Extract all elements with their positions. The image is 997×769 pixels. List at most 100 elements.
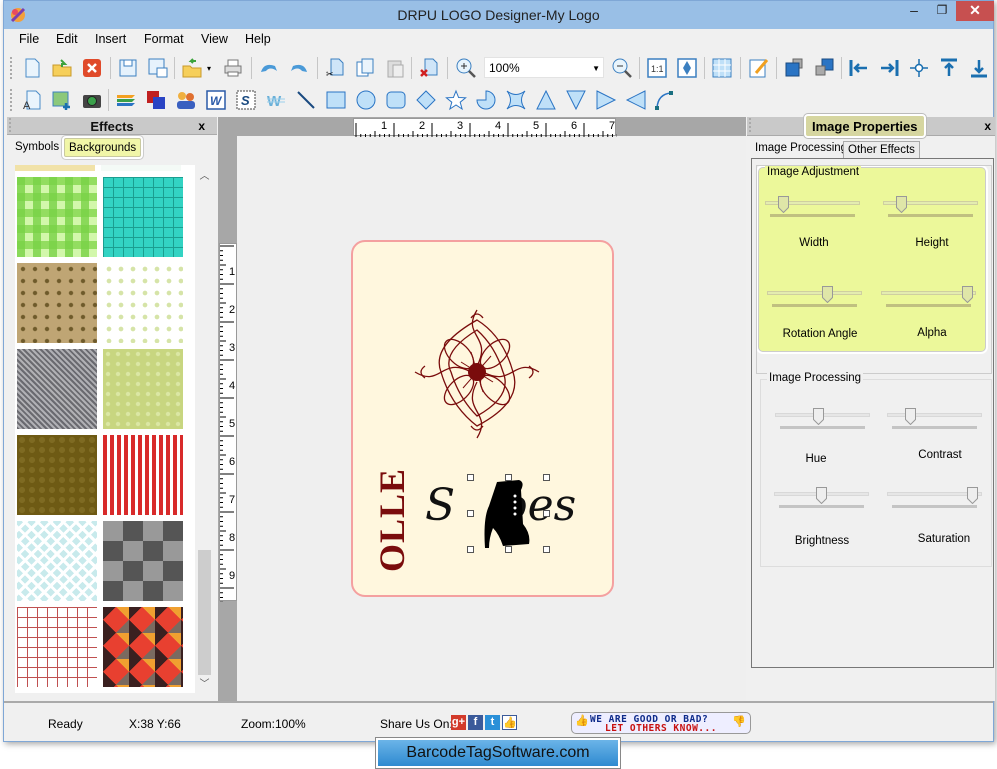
zoom-in-icon[interactable] (454, 56, 478, 80)
image-icon[interactable] (50, 88, 74, 112)
background-swatch[interactable] (103, 521, 183, 601)
close-button[interactable]: ✕ (956, 1, 994, 21)
camera-icon[interactable] (80, 88, 104, 112)
align-left-icon[interactable] (847, 56, 871, 80)
resize-handle[interactable] (543, 546, 550, 553)
signature-icon[interactable]: S (234, 88, 258, 112)
align-right-icon[interactable] (877, 56, 901, 80)
background-swatch[interactable] (103, 177, 183, 257)
background-icon[interactable] (144, 88, 168, 112)
send-backward-icon[interactable] (812, 56, 836, 80)
resize-handle[interactable] (505, 474, 512, 481)
cross-shape-icon[interactable] (504, 88, 528, 112)
menu-insert[interactable]: Insert (95, 32, 126, 46)
background-swatch[interactable] (15, 165, 95, 171)
slider-thumb[interactable] (812, 408, 824, 425)
background-swatch[interactable] (103, 435, 183, 515)
import-icon[interactable] (180, 56, 204, 80)
redo-icon[interactable] (287, 56, 311, 80)
watermark-icon[interactable]: W (264, 88, 288, 112)
menu-format[interactable]: Format (144, 32, 184, 46)
star-icon[interactable] (444, 88, 468, 112)
triangle-left-icon[interactable] (624, 88, 648, 112)
tab-backgrounds[interactable]: Backgrounds (64, 138, 142, 157)
background-swatch[interactable] (17, 521, 97, 601)
scroll-down-icon[interactable]: ﹀ (198, 675, 211, 690)
print-icon[interactable] (221, 56, 245, 80)
zoom-select[interactable]: 100% ▼ (484, 57, 604, 78)
toolbar-grip[interactable] (10, 57, 13, 79)
triangle-up-icon[interactable] (534, 88, 558, 112)
resize-handle[interactable] (505, 546, 512, 553)
resize-handle[interactable] (467, 546, 474, 553)
website-link[interactable]: BarcodeTagSoftware.com (376, 738, 620, 768)
ornament-graphic[interactable] (411, 306, 543, 442)
facebook-icon[interactable]: f (468, 715, 483, 730)
resize-handle[interactable] (543, 510, 550, 517)
copy-icon[interactable] (353, 56, 377, 80)
undo-icon[interactable] (257, 56, 281, 80)
slider-thumb[interactable] (816, 487, 827, 504)
triangle-down-icon[interactable] (564, 88, 588, 112)
logo-card[interactable]: OLLE Soes (351, 240, 614, 597)
symbols-icon[interactable] (174, 88, 198, 112)
word-art-icon[interactable]: W (204, 88, 228, 112)
menu-help[interactable]: Help (245, 32, 271, 46)
ellipse-icon[interactable] (354, 88, 378, 112)
saturation-slider[interactable] (887, 487, 982, 517)
bring-forward-icon[interactable] (782, 56, 806, 80)
cut-icon[interactable]: ✂ (323, 56, 347, 80)
effects-panel-close-button[interactable]: x (198, 119, 205, 133)
menu-edit[interactable]: Edit (56, 32, 78, 46)
contrast-slider[interactable] (887, 408, 982, 438)
align-bottom-icon[interactable] (967, 56, 991, 80)
tab-image-processing[interactable]: Image Processing (751, 140, 851, 159)
resize-handle[interactable] (543, 474, 550, 481)
maximize-button[interactable]: ❐ (930, 1, 954, 21)
save-icon[interactable] (116, 56, 140, 80)
scroll-up-icon[interactable]: ︿ (198, 167, 211, 182)
background-swatch[interactable] (17, 435, 97, 515)
slider-thumb[interactable] (966, 487, 978, 504)
rectangle-icon[interactable] (324, 88, 348, 112)
hue-slider[interactable] (775, 408, 870, 438)
background-swatch[interactable] (101, 165, 181, 171)
save-as-icon[interactable] (146, 56, 170, 80)
background-swatch[interactable] (17, 349, 97, 429)
edit-properties-icon[interactable] (747, 56, 771, 80)
rounded-rectangle-icon[interactable] (384, 88, 408, 112)
paste-icon[interactable] (383, 56, 407, 80)
brightness-slider[interactable] (774, 487, 869, 517)
swatch-scrollbar[interactable]: ︿ ﹀ (196, 165, 213, 693)
zoom-out-icon[interactable] (610, 56, 634, 80)
background-swatch[interactable] (103, 607, 183, 687)
resize-handle[interactable] (467, 510, 474, 517)
close-doc-icon[interactable] (80, 56, 104, 80)
google-plus-icon[interactable]: g+ (451, 715, 466, 730)
minimize-button[interactable]: – (902, 1, 926, 21)
background-swatch[interactable] (103, 263, 183, 343)
new-icon[interactable] (20, 56, 44, 80)
pie-icon[interactable] (474, 88, 498, 112)
menu-file[interactable]: File (19, 32, 39, 46)
background-swatch[interactable] (103, 349, 183, 429)
open-icon[interactable] (50, 56, 74, 80)
background-swatch[interactable] (17, 177, 97, 257)
text-icon[interactable]: A (20, 88, 44, 112)
background-swatch[interactable] (17, 263, 97, 343)
vertical-text[interactable]: OLLE (371, 468, 413, 572)
grid-icon[interactable] (710, 56, 734, 80)
line-icon[interactable] (294, 88, 318, 112)
delete-icon[interactable] (417, 56, 441, 80)
actual-size-icon[interactable]: 1:1 (645, 56, 669, 80)
toolbar-grip[interactable] (10, 89, 13, 111)
align-top-icon[interactable] (937, 56, 961, 80)
tab-symbols[interactable]: Symbols (11, 138, 63, 157)
image-properties-close-button[interactable]: x (984, 119, 991, 133)
diamond-icon[interactable] (414, 88, 438, 112)
twitter-icon[interactable]: t (485, 715, 500, 730)
panel-grip[interactable] (749, 118, 752, 132)
import-dropdown-icon[interactable]: ▾ (203, 56, 215, 80)
fit-to-window-icon[interactable] (675, 56, 699, 80)
review-button[interactable]: 👍 WE ARE GOOD OR BAD? LET OTHERS KNOW...… (571, 712, 751, 734)
